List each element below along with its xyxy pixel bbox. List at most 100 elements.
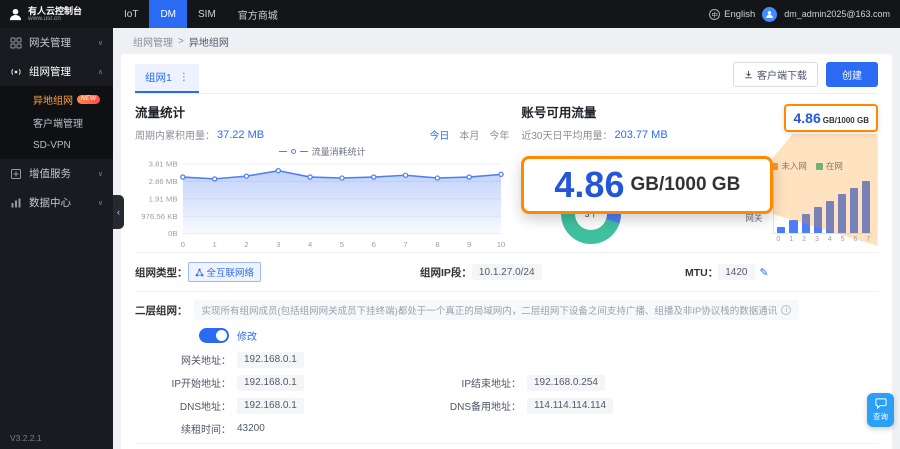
gateway-icon	[10, 37, 22, 49]
sidebar-item-network-mgmt[interactable]: 组网管理 ∧	[0, 57, 113, 86]
sidebar-collapse-handle[interactable]: ‹	[113, 195, 124, 229]
field-empty	[425, 420, 878, 437]
svg-text:6: 6	[372, 240, 376, 249]
svg-text:8: 8	[435, 240, 439, 249]
donut-legend: 未入网 在网	[771, 160, 843, 172]
gateway-bar	[826, 201, 834, 234]
network-ip-range: 组网IP段： 10.1.27.0/24	[420, 264, 685, 280]
query-label: 查询	[873, 411, 888, 422]
tab-menu-icon[interactable]: ⋮	[179, 72, 189, 83]
mtu-label: MTU：	[685, 265, 718, 280]
quota-unit-large: GB/1000 GB	[630, 174, 740, 196]
version-label: V3.2.2.1	[10, 433, 42, 443]
network-type: 组网类型： 全互联网络	[135, 262, 420, 282]
quota-section: 账号可用流量 近30天日平均用量： 203.77 MB 3个 未入网 在网 网关…	[521, 102, 878, 252]
gateway-bar	[862, 181, 870, 233]
client-download-button[interactable]: 客户端下载	[733, 62, 818, 87]
top-tab-mall[interactable]: 官方商城	[227, 0, 289, 28]
sidebar-item-data-center[interactable]: 数据中心 ∨	[0, 188, 113, 217]
sidebar-item-sdvpn[interactable]: SD-VPN	[0, 134, 113, 157]
sidebar-item-label: 网关管理	[29, 35, 71, 50]
network-info-row: 组网类型： 全互联网络 组网IP段： 10.1.27.0/24 MTU： 142…	[135, 252, 878, 291]
avatar-person-icon	[765, 10, 774, 19]
tab-network-1[interactable]: 组网1 ⋮	[135, 64, 199, 93]
create-button[interactable]: 创建	[826, 62, 878, 87]
svg-text:2: 2	[244, 240, 248, 249]
field-lease-time: 续租时间：43200	[135, 420, 425, 437]
quota-highlight-small: 4.86 GB/1000 GB	[784, 104, 878, 132]
download-icon	[744, 70, 753, 79]
gateway-bars	[773, 176, 873, 234]
ip-range-value: 10.1.27.0/24	[472, 264, 542, 280]
sidebar-item-client-mgmt[interactable]: 客户端管理	[0, 111, 113, 134]
top-tab-dm[interactable]: DM	[149, 0, 187, 28]
account-email[interactable]: dm_admin2025@163.com	[784, 9, 890, 19]
data-center-icon	[10, 197, 22, 209]
language-switch[interactable]: 中 English	[709, 9, 755, 20]
filter-month[interactable]: 本月	[459, 127, 479, 142]
gateway-bar	[777, 227, 785, 234]
edit-mtu-icon[interactable]: ✎	[760, 266, 769, 279]
sidebar-submenu: 异地组网 NEW 客户端管理 SD-VPN	[0, 86, 113, 159]
query-float-button[interactable]: 查询	[867, 393, 894, 427]
quota-value-small: 4.86	[793, 106, 820, 130]
layer2-label: 二层组网：	[135, 303, 188, 318]
breadcrumb-parent[interactable]: 组网管理	[133, 34, 173, 49]
quota-unit-small: GB/1000 GB	[823, 116, 869, 125]
traffic-legend-label: 流量消耗统计	[312, 145, 366, 158]
svg-text:2.86 MB: 2.86 MB	[149, 177, 178, 186]
network-tab-label: 组网1	[145, 70, 172, 85]
new-badge: NEW	[77, 95, 100, 104]
sidebar: 网关管理 ∨ 组网管理 ∧ 异地组网 NEW 客户端管理 SD-VPN 增值服务…	[0, 28, 113, 449]
app-logo[interactable]: 有人云控制台 www.usr.cn	[0, 0, 113, 28]
breadcrumb-separator: >	[178, 36, 184, 47]
field-gateway-address: 网关地址：192.168.0.1	[135, 351, 425, 368]
app-subtitle: www.usr.cn	[28, 16, 82, 23]
layer2-modify-link[interactable]: 修改	[237, 328, 257, 343]
gateway-xlabels: 01234567	[773, 236, 873, 243]
avatar[interactable]	[762, 7, 777, 22]
quota-highlight-magnified: 4.86 GB/1000 GB	[521, 156, 773, 214]
traffic-chart-legend: 流量消耗统计	[135, 145, 509, 158]
filter-year[interactable]: 今年	[489, 127, 509, 142]
time-filters: 今日 本月 今年	[429, 127, 509, 142]
network-type-value: 全互联网络	[207, 265, 255, 279]
top-tab-iot[interactable]: IoT	[113, 0, 149, 28]
filter-today[interactable]: 今日	[429, 127, 449, 142]
network-tab-row: 组网1 ⋮ 客户端下载 创建	[135, 62, 878, 94]
legend-offline: 未入网	[771, 160, 807, 172]
legend-swatch-online	[816, 163, 823, 170]
chat-icon	[875, 398, 887, 409]
main-content: 组网管理 > 异地组网 组网1 ⋮ 客户端下载 创建 流量统计	[113, 28, 900, 449]
chevron-down-icon: ∨	[98, 170, 103, 178]
layer2-toggle[interactable]	[199, 328, 229, 343]
svg-text:9: 9	[467, 240, 471, 249]
chevron-up-icon: ∧	[98, 68, 103, 76]
language-globe-icon: 中	[709, 9, 720, 20]
svg-text:976.56 KB: 976.56 KB	[141, 212, 177, 221]
sidebar-item-value-services[interactable]: 增值服务 ∨	[0, 159, 113, 188]
sidebar-subitem-label: 客户端管理	[33, 115, 83, 130]
top-tab-sim[interactable]: SIM	[187, 0, 227, 28]
gateway-bar	[850, 188, 858, 234]
sidebar-item-remote-network[interactable]: 异地组网 NEW	[0, 88, 113, 111]
gateway-bar	[789, 220, 797, 233]
layer2-section: 二层组网： 实现所有组网成员(包括组网网关成员下挂终端)都处于一个真正的局域网内…	[135, 291, 878, 441]
sidebar-item-gateway-mgmt[interactable]: 网关管理 ∨	[0, 28, 113, 57]
network-type-tag: 全互联网络	[188, 262, 262, 282]
svg-text:7: 7	[403, 240, 407, 249]
usage-value: 37.22 MB	[217, 129, 264, 141]
members-section: 组网成员 待分配成员 添加	[135, 443, 878, 449]
svg-text:1.91 MB: 1.91 MB	[149, 194, 178, 203]
gateway-bar	[838, 194, 846, 233]
usage-label: 周期内累积用量：	[135, 127, 215, 142]
client-download-label: 客户端下载	[757, 67, 807, 82]
breadcrumb-current: 异地组网	[189, 34, 229, 49]
svg-text:1: 1	[212, 240, 216, 249]
network-mtu: MTU： 1420 ✎	[685, 264, 769, 280]
field-dns: DNS地址：192.168.0.1	[135, 397, 425, 414]
svg-text:0B: 0B	[168, 229, 178, 238]
svg-text:4: 4	[308, 240, 313, 249]
traffic-title: 流量统计	[135, 102, 509, 121]
info-icon[interactable]: i	[781, 305, 791, 315]
